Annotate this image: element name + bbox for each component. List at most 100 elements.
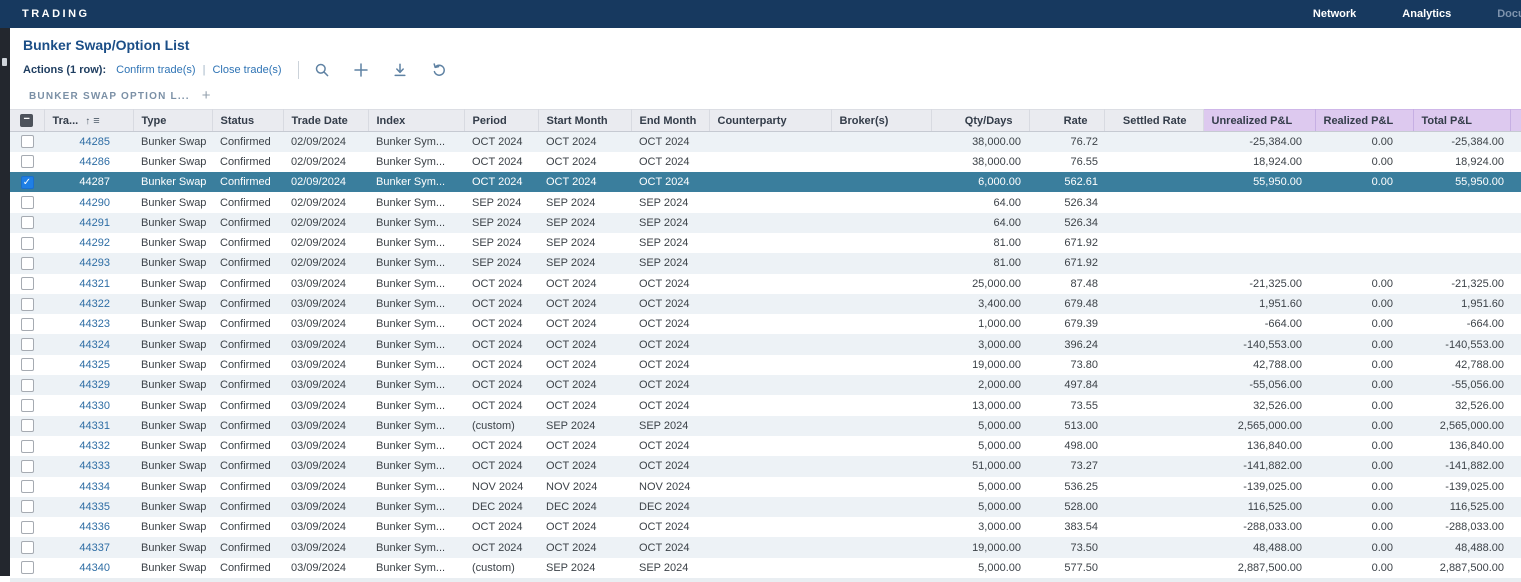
column-header-qty_days[interactable]: Qty/Days xyxy=(931,110,1029,132)
trade-id-link[interactable]: 44290 xyxy=(79,197,110,209)
row-checkbox[interactable] xyxy=(21,440,34,453)
download-icon[interactable] xyxy=(391,61,409,79)
trade-id-link[interactable]: 44324 xyxy=(79,339,110,351)
trade-id-link[interactable]: 44292 xyxy=(79,237,110,249)
row-checkbox[interactable] xyxy=(21,500,34,513)
table-row[interactable]: 44325Bunker SwapConfirmed03/09/2024Bunke… xyxy=(10,355,1521,375)
row-checkbox[interactable] xyxy=(21,338,34,351)
row-checkbox[interactable] xyxy=(21,318,34,331)
row-checkbox[interactable] xyxy=(21,541,34,554)
close-trades-link[interactable]: Close trade(s) xyxy=(212,64,281,76)
table-row[interactable]: 44286Bunker SwapConfirmed02/09/2024Bunke… xyxy=(10,152,1521,172)
row-checkbox[interactable]: ✓ xyxy=(21,176,34,189)
trade-id-link[interactable]: 44335 xyxy=(79,501,110,513)
trade-id-link[interactable]: 44330 xyxy=(79,400,110,412)
search-icon[interactable] xyxy=(313,61,331,79)
column-header-start_month[interactable]: Start Month xyxy=(538,110,631,132)
table-row[interactable]: 44332Bunker SwapConfirmed03/09/2024Bunke… xyxy=(10,436,1521,456)
trade-id-link[interactable]: 44286 xyxy=(79,156,110,168)
column-header-settled_rate[interactable]: Settled Rate xyxy=(1104,110,1203,132)
tab-bunker-swap-option-list[interactable]: BUNKER SWAP OPTION L... xyxy=(29,91,190,102)
row-checkbox[interactable] xyxy=(21,237,34,250)
column-header-rate[interactable]: Rate xyxy=(1029,110,1104,132)
table-row[interactable]: 44291Bunker SwapConfirmed02/09/2024Bunke… xyxy=(10,213,1521,233)
column-header-index[interactable]: Index xyxy=(368,110,464,132)
table-row[interactable]: 44334Bunker SwapConfirmed03/09/2024Bunke… xyxy=(10,477,1521,497)
table-row[interactable]: 44324Bunker SwapConfirmed03/09/2024Bunke… xyxy=(10,334,1521,354)
column-header-id[interactable]: Tra...↑≡ xyxy=(44,110,133,132)
trade-id-link[interactable]: 44336 xyxy=(79,521,110,533)
table-row[interactable]: 44333Bunker SwapConfirmed03/09/2024Bunke… xyxy=(10,456,1521,476)
trade-id-link[interactable]: 44322 xyxy=(79,298,110,310)
column-header-status[interactable]: Status xyxy=(212,110,283,132)
table-row[interactable]: 44323Bunker SwapConfirmed03/09/2024Bunke… xyxy=(10,314,1521,334)
trade-id-link[interactable]: 44321 xyxy=(79,278,110,290)
trade-id-link[interactable]: 44323 xyxy=(79,318,110,330)
row-checkbox[interactable] xyxy=(21,480,34,493)
row-checkbox[interactable] xyxy=(21,298,34,311)
row-checkbox[interactable] xyxy=(21,135,34,148)
row-checkbox[interactable] xyxy=(21,521,34,534)
row-checkbox[interactable] xyxy=(21,257,34,270)
trade-id-link[interactable]: 44340 xyxy=(79,562,110,574)
table-row[interactable]: 44335Bunker SwapConfirmed03/09/2024Bunke… xyxy=(10,497,1521,517)
trade-id-link[interactable]: 44291 xyxy=(79,217,110,229)
column-header-type[interactable]: Type xyxy=(133,110,212,132)
column-header-end_month[interactable]: End Month xyxy=(631,110,709,132)
column-header-spacer[interactable] xyxy=(1510,110,1521,132)
table-row[interactable]: 44329Bunker SwapConfirmed03/09/2024Bunke… xyxy=(10,375,1521,395)
trade-id-link[interactable]: 44337 xyxy=(79,542,110,554)
row-checkbox[interactable] xyxy=(21,358,34,371)
column-header-period[interactable]: Period xyxy=(464,110,538,132)
table-row[interactable]: 44290Bunker SwapConfirmed02/09/2024Bunke… xyxy=(10,192,1521,212)
trade-id-link[interactable]: 44329 xyxy=(79,379,110,391)
table-row[interactable]: ✓44287Bunker SwapConfirmed02/09/2024Bunk… xyxy=(10,172,1521,192)
trade-id-link[interactable]: 44285 xyxy=(79,136,110,148)
table-row[interactable]: 44292Bunker SwapConfirmed02/09/2024Bunke… xyxy=(10,233,1521,253)
trade-id-link[interactable]: 44334 xyxy=(79,481,110,493)
row-checkbox[interactable] xyxy=(21,216,34,229)
nav-document[interactable]: Document xyxy=(1497,8,1521,20)
table-row[interactable]: 44330Bunker SwapConfirmed03/09/2024Bunke… xyxy=(10,395,1521,415)
trade-id-link[interactable]: 44293 xyxy=(79,257,110,269)
row-checkbox[interactable] xyxy=(21,277,34,290)
trade-id-link[interactable]: 44325 xyxy=(79,359,110,371)
column-header-trade_date[interactable]: Trade Date xyxy=(283,110,368,132)
add-icon[interactable] xyxy=(352,61,370,79)
trade-id-link[interactable]: 44333 xyxy=(79,460,110,472)
nav-network[interactable]: Network xyxy=(1313,8,1356,20)
row-checkbox[interactable] xyxy=(21,399,34,412)
row-checkbox[interactable] xyxy=(21,561,34,574)
trade-id-link[interactable]: 44332 xyxy=(79,440,110,452)
table-row[interactable]: 44322Bunker SwapConfirmed03/09/2024Bunke… xyxy=(10,294,1521,314)
table-row[interactable]: 44336Bunker SwapConfirmed03/09/2024Bunke… xyxy=(10,517,1521,537)
row-checkbox[interactable] xyxy=(21,379,34,392)
trade-id-link[interactable]: 44287 xyxy=(79,176,110,188)
column-header-counterparty[interactable]: Counterparty xyxy=(709,110,831,132)
add-tab-icon[interactable]: + xyxy=(202,91,211,101)
row-checkbox[interactable] xyxy=(21,155,34,168)
column-header-total_pl[interactable]: Total P&L xyxy=(1413,110,1510,132)
collapsed-sidebar-strip[interactable] xyxy=(0,28,10,576)
column-header-brokers[interactable]: Broker(s) xyxy=(831,110,931,132)
nav-analytics[interactable]: Analytics xyxy=(1402,8,1451,20)
column-header-realized_pl[interactable]: Realized P&L xyxy=(1315,110,1413,132)
select-all-checkbox[interactable]: − xyxy=(20,114,33,127)
column-header-unrealized_pl[interactable]: Unrealized P&L xyxy=(1203,110,1315,132)
table-row[interactable]: 44331Bunker SwapConfirmed03/09/2024Bunke… xyxy=(10,416,1521,436)
row-checkbox[interactable] xyxy=(21,419,34,432)
sidebar-expand-handle[interactable] xyxy=(2,58,7,66)
table-row[interactable]: 44285Bunker SwapConfirmed02/09/2024Bunke… xyxy=(10,132,1521,152)
table-row[interactable]: 44337Bunker SwapConfirmed03/09/2024Bunke… xyxy=(10,537,1521,557)
sort-up-icon[interactable]: ↑ xyxy=(85,116,90,127)
table-row[interactable]: 44293Bunker SwapConfirmed02/09/2024Bunke… xyxy=(10,253,1521,273)
row-checkbox[interactable] xyxy=(21,196,34,209)
table-row[interactable]: 44340Bunker SwapConfirmed03/09/2024Bunke… xyxy=(10,558,1521,578)
undo-icon[interactable] xyxy=(430,61,448,79)
select-all-header[interactable]: − xyxy=(10,110,44,132)
menu-icon[interactable]: ≡ xyxy=(93,115,99,127)
table-row[interactable]: 44321Bunker SwapConfirmed03/09/2024Bunke… xyxy=(10,274,1521,294)
row-checkbox[interactable] xyxy=(21,460,34,473)
confirm-trades-link[interactable]: Confirm trade(s) xyxy=(116,64,195,76)
trade-id-link[interactable]: 44331 xyxy=(79,420,110,432)
